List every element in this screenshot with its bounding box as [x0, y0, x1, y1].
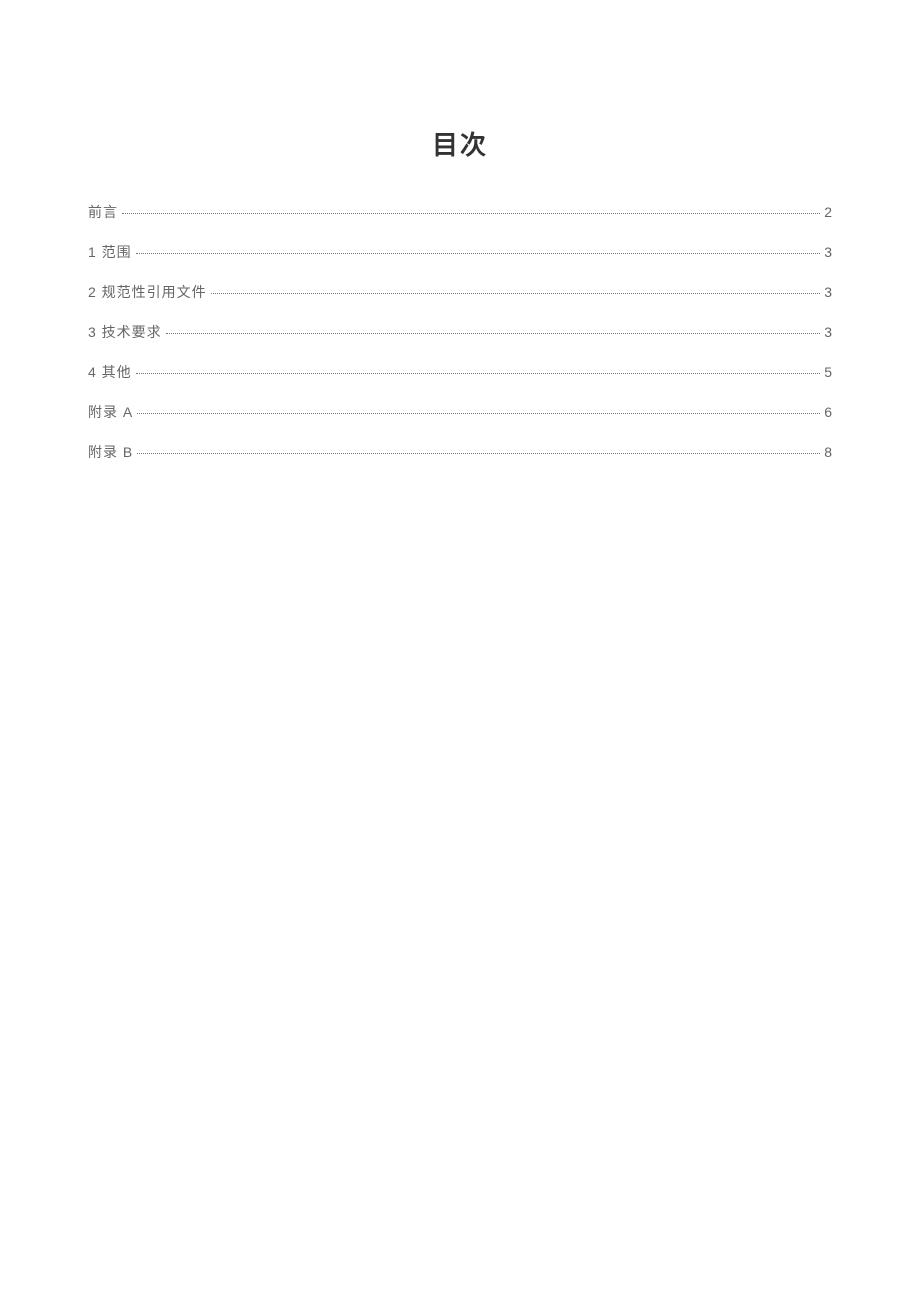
toc-label: 3 技术要求: [88, 322, 162, 342]
toc-page: 2: [824, 204, 832, 220]
toc-entry: 前言 2: [88, 202, 832, 222]
toc-entry: 4 其他 5: [88, 362, 832, 382]
toc-entry: 附录 A 6: [88, 402, 832, 422]
page-title: 目次: [88, 125, 832, 162]
toc-entry: 1 范围 3: [88, 242, 832, 262]
toc-label: 附录 B: [88, 442, 133, 462]
toc-entry: 附录 B 8: [88, 442, 832, 462]
toc-leader-dots: [136, 373, 821, 374]
toc-page: 6: [824, 404, 832, 420]
toc-label: 4 其他: [88, 362, 132, 382]
toc-page: 8: [824, 444, 832, 460]
toc-label: 2 规范性引用文件: [88, 282, 207, 302]
toc-leader-dots: [137, 453, 820, 454]
toc-page: 3: [824, 324, 832, 340]
toc-leader-dots: [136, 253, 821, 254]
toc-page: 3: [824, 284, 832, 300]
toc-leader-dots: [211, 293, 821, 294]
toc-entry: 3 技术要求 3: [88, 322, 832, 342]
toc-leader-dots: [166, 333, 821, 334]
table-of-contents: 前言 2 1 范围 3 2 规范性引用文件 3 3 技术要求 3 4 其他 5 …: [88, 202, 832, 462]
toc-leader-dots: [122, 213, 820, 214]
toc-label: 附录 A: [88, 402, 133, 422]
toc-page: 5: [824, 364, 832, 380]
toc-page: 3: [824, 244, 832, 260]
toc-entry: 2 规范性引用文件 3: [88, 282, 832, 302]
toc-leader-dots: [137, 413, 820, 414]
toc-label: 前言: [88, 202, 118, 222]
toc-label: 1 范围: [88, 242, 132, 262]
